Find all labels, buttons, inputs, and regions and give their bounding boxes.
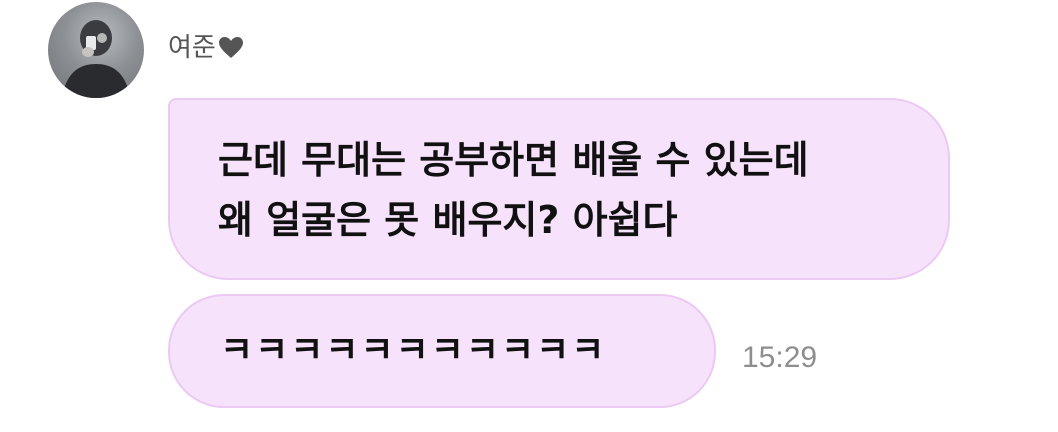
sender-name: 여준 — [168, 33, 216, 63]
sender-header: 여준 — [168, 30, 244, 66]
message-bubble[interactable]: 근데 무대는 공부하면 배울 수 있는데 왜 얼굴은 못 배우지? 아쉽다 — [168, 98, 950, 280]
avatar-photo — [62, 20, 130, 98]
heart-icon — [218, 37, 243, 58]
message-text-line: 근데 무대는 공부하면 배울 수 있는데 — [218, 138, 809, 182]
message-text-line: ㅋㅋㅋㅋㅋㅋㅋㅋㅋㅋㅋ — [220, 330, 607, 371]
message-bubble[interactable]: ㅋㅋㅋㅋㅋㅋㅋㅋㅋㅋㅋ — [168, 294, 716, 408]
message-timestamp: 15:29 — [742, 341, 818, 374]
avatar[interactable] — [48, 2, 144, 98]
message-text-line: 왜 얼굴은 못 배우지? 아쉽다 — [218, 198, 678, 242]
